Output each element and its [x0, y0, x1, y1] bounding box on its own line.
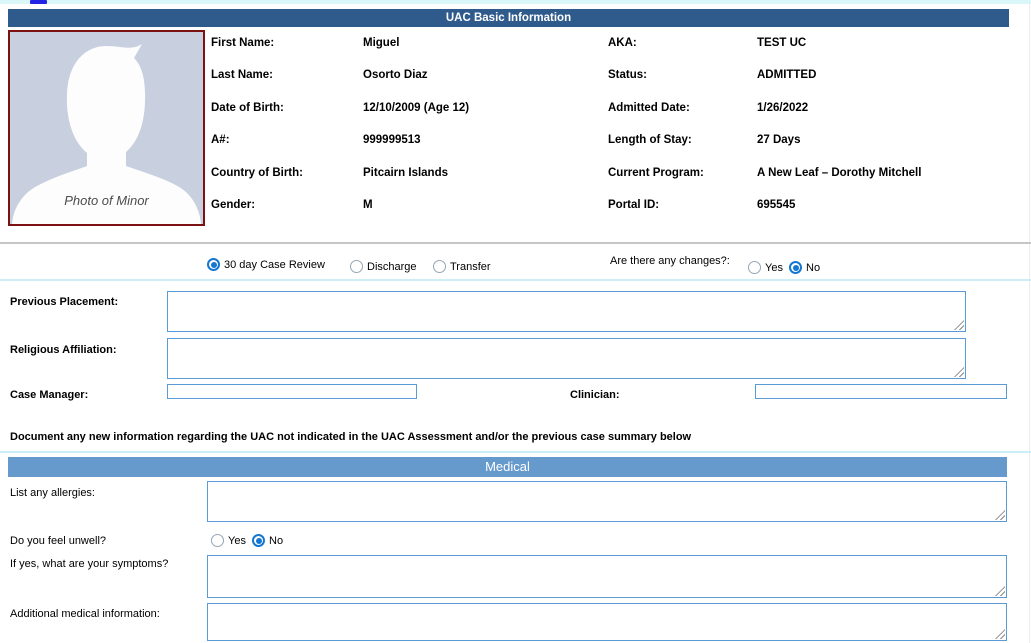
radio-label: 30 day Case Review	[224, 259, 325, 271]
length-of-stay-label: Length of Stay:	[608, 134, 757, 166]
first-name-value: Miguel	[363, 37, 608, 69]
photo-of-minor: Photo of Minor	[8, 30, 205, 226]
radio-label: No	[269, 535, 283, 547]
clinician-input[interactable]	[755, 384, 1007, 399]
gender-value: M	[363, 199, 608, 231]
previous-placement-textarea[interactable]	[167, 291, 966, 332]
radio-icon[interactable]	[211, 534, 224, 547]
separator-gray	[0, 242, 1031, 244]
unwell-label: Do you feel unwell?	[10, 535, 106, 547]
previous-placement-label: Previous Placement:	[10, 296, 118, 308]
uac-case-review-page: UAC Basic Information Photo of Minor Fir…	[0, 0, 1031, 643]
case-manager-label: Case Manager:	[10, 389, 88, 401]
aka-label: AKA:	[608, 37, 757, 69]
country-of-birth-value: Pitcairn Islands	[363, 167, 608, 199]
radio-label: No	[806, 262, 820, 274]
page-right-border	[1029, 0, 1030, 643]
first-name-label: First Name:	[211, 37, 363, 69]
additional-medical-textarea[interactable]	[207, 603, 1007, 641]
separator-blue-top	[0, 279, 1031, 281]
clipped-link-fragment[interactable]	[30, 0, 47, 4]
separator-blue-bottom	[0, 451, 1031, 453]
medical-section-header: Medical	[8, 457, 1007, 477]
date-of-birth-value: 12/10/2009 (Age 12)	[363, 102, 608, 134]
religious-affiliation-label: Religious Affiliation:	[10, 344, 117, 356]
current-program-value: A New Leaf – Dorothy Mitchell	[757, 167, 1027, 199]
admitted-date-value: 1/26/2022	[757, 102, 1027, 134]
radio-label: Discharge	[367, 261, 417, 273]
additional-medical-label: Additional medical information:	[10, 608, 160, 620]
top-page-strip	[0, 0, 1031, 4]
radio-label: Transfer	[450, 261, 491, 273]
allergies-textarea[interactable]	[207, 481, 1007, 522]
length-of-stay-value: 27 Days	[757, 134, 1027, 166]
current-program-label: Current Program:	[608, 167, 757, 199]
radio-unwell-yes[interactable]: Yes	[211, 534, 246, 547]
a-number-value: 999999513	[363, 134, 608, 166]
symptoms-label: If yes, what are your symptoms?	[10, 558, 168, 570]
radio-unwell-no[interactable]: No	[252, 534, 283, 547]
basic-info-grid: First Name: Miguel AKA: TEST UC Last Nam…	[211, 30, 1027, 231]
radio-30-day-case-review[interactable]: 30 day Case Review	[207, 258, 325, 271]
allergies-label: List any allergies:	[10, 487, 95, 499]
status-label: Status:	[608, 69, 757, 101]
last-name-value: Osorto Diaz	[363, 69, 608, 101]
radio-icon[interactable]	[433, 260, 446, 273]
section-title: UAC Basic Information	[446, 12, 571, 24]
aka-value: TEST UC	[757, 37, 1027, 69]
radio-icon[interactable]	[748, 261, 761, 274]
portal-id-label: Portal ID:	[608, 199, 757, 231]
section-title: Medical	[485, 459, 530, 474]
last-name-label: Last Name:	[211, 69, 363, 101]
uac-basic-information-header: UAC Basic Information	[8, 9, 1009, 27]
radio-label: Yes	[765, 262, 783, 274]
radio-discharge[interactable]: Discharge	[350, 260, 417, 273]
radio-changes-no[interactable]: No	[789, 261, 820, 274]
radio-selected-icon[interactable]	[789, 261, 802, 274]
clinician-label: Clinician:	[570, 389, 620, 401]
photo-caption: Photo of Minor	[10, 193, 203, 208]
date-of-birth-label: Date of Birth:	[211, 102, 363, 134]
symptoms-textarea[interactable]	[207, 555, 1007, 598]
radio-changes-yes[interactable]: Yes	[748, 261, 783, 274]
a-number-label: A#:	[211, 134, 363, 166]
status-value: ADMITTED	[757, 69, 1027, 101]
admitted-date-label: Admitted Date:	[608, 102, 757, 134]
radio-label: Yes	[228, 535, 246, 547]
instruction-text: Document any new information regarding t…	[10, 431, 691, 443]
radio-selected-icon[interactable]	[252, 534, 265, 547]
radio-selected-icon[interactable]	[207, 258, 220, 271]
portal-id-value: 695545	[757, 199, 1027, 231]
radio-icon[interactable]	[350, 260, 363, 273]
religious-affiliation-textarea[interactable]	[167, 338, 966, 379]
changes-question-label: Are there any changes?:	[610, 255, 730, 267]
country-of-birth-label: Country of Birth:	[211, 167, 363, 199]
gender-label: Gender:	[211, 199, 363, 231]
case-manager-input[interactable]	[167, 384, 417, 399]
radio-transfer[interactable]: Transfer	[433, 260, 491, 273]
